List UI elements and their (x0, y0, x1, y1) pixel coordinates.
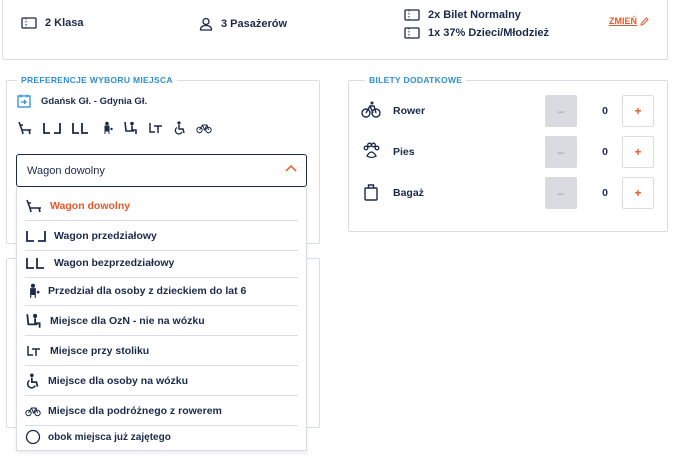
ticket-icon (404, 9, 420, 21)
quantity-value: 0 (602, 146, 608, 158)
option-label: Miejsce przy stoliku (50, 344, 150, 357)
option-label: Miejsce dla OzN - nie na wózku (50, 314, 205, 327)
compartment-seats-icon[interactable] (42, 121, 62, 135)
ticket-text: 1x 37% Dzieci/Młodzież (428, 27, 550, 39)
decrement-button[interactable]: – (545, 95, 577, 127)
open-seats-icon (26, 257, 44, 269)
table-seat-icon[interactable] (148, 121, 164, 135)
extra-tickets-panel: BILETY DODATKOWE Rower – 0 + Pies – 0 + … (348, 75, 668, 232)
seat-preference-dropdown: Wagon dowolny Wagon przedziałowy Wagon b… (16, 187, 307, 451)
wheelchair-icon[interactable] (173, 121, 187, 135)
option-wheelchair[interactable]: Miejsce dla osoby na wózku (25, 366, 298, 396)
extra-label: Rower (393, 105, 426, 117)
extra-row-rower: Rower – 0 + (361, 95, 661, 127)
option-label: obok miejsca już zajętego (48, 431, 171, 443)
paw-icon (363, 142, 380, 159)
option-label: Wagon przedziałowy (54, 229, 157, 242)
extra-row-pies: Pies – 0 + (361, 136, 661, 168)
person-icon (199, 17, 213, 31)
option-child-compartment[interactable]: Przedział dla osoby z dzieckiem do lat 6 (25, 276, 298, 306)
section-legend: BILETY DODATKOWE (365, 75, 467, 85)
reclining-seat-icon (26, 199, 41, 212)
option-label: Miejsce dla podróżnego z rowerem (48, 404, 222, 417)
chevron-up-icon (285, 164, 297, 172)
bicycle-icon (361, 101, 381, 118)
increment-button[interactable]: + (622, 136, 654, 168)
select-value: Wagon dowolny (27, 164, 105, 177)
option-next-to-occupied[interactable]: obok miejsca już zajętego (25, 422, 298, 452)
passengers-info: 3 Pasażerów (199, 17, 287, 31)
ticket-icon (404, 27, 420, 39)
ticket-icon (21, 17, 37, 29)
wheelchair-icon (27, 372, 39, 389)
increment-button[interactable]: + (622, 95, 654, 127)
option-table-seat[interactable]: Miejsce przy stoliku (25, 336, 298, 366)
passengers-label: 3 Pasażerów (221, 18, 288, 30)
ticket-line-2: 1x 37% Dzieci/Młodzież (404, 27, 549, 39)
child-compartment-icon[interactable] (100, 121, 114, 135)
option-label: Wagon bezprzedziałowy (54, 256, 175, 269)
disabled-seat-icon (26, 313, 41, 328)
route-label: Gdańsk Gł. - Gdynia Gł. (41, 95, 148, 107)
seat-icon-row (17, 121, 212, 135)
section-legend: PREFERENCJE WYBORU MIEJSCA (17, 75, 177, 85)
trip-summary: 2 Klasa 3 Pasażerów 2x Bilet Normalny 1x… (2, 0, 668, 60)
extra-label: Pies (393, 146, 415, 158)
table-seat-icon (27, 345, 40, 356)
option-wagon-przedzialowy[interactable]: Wagon przedziałowy (25, 221, 298, 251)
class-label: 2 Klasa (45, 17, 84, 29)
luggage-icon (364, 184, 378, 201)
increment-button[interactable]: + (622, 177, 654, 209)
option-ozn-seat[interactable]: Miejsce dla OzN - nie na wózku (25, 306, 298, 336)
ticket-text: 2x Bilet Normalny (428, 9, 521, 21)
pencil-icon (640, 16, 649, 26)
calendar-icon (17, 94, 31, 108)
change-link[interactable]: ZMIEŃ (609, 16, 649, 26)
bicycle-icon[interactable] (196, 122, 212, 134)
child-compartment-icon (30, 283, 40, 298)
disabled-seat-icon[interactable] (123, 121, 139, 135)
extra-row-bagaz: Bagaż – 0 + (361, 177, 661, 209)
decrement-button[interactable]: – (545, 177, 577, 209)
class-info: 2 Klasa (21, 17, 84, 29)
quantity-value: 0 (602, 105, 608, 117)
decrement-button[interactable]: – (545, 136, 577, 168)
option-wagon-bezprzedzialowy[interactable]: Wagon bezprzedziałowy (25, 248, 298, 278)
radio-circle-icon[interactable] (25, 429, 41, 445)
open-seats-icon[interactable] (71, 121, 91, 135)
option-label: Miejsce dla osoby na wózku (48, 374, 189, 387)
route-info: Gdańsk Gł. - Gdynia Gł. (17, 94, 147, 108)
bicycle-icon (25, 407, 41, 416)
quantity-value: 0 (602, 187, 608, 199)
ticket-line-1: 2x Bilet Normalny (404, 9, 521, 21)
option-wagon-dowolny[interactable]: Wagon dowolny (25, 191, 298, 221)
option-label: Przedział dla osoby z dzieckiem do lat 6 (48, 284, 247, 297)
option-label: Wagon dowolny (50, 199, 131, 212)
compartment-seats-icon (26, 230, 46, 242)
extra-label: Bagaż (393, 187, 424, 199)
seat-preference-select[interactable]: Wagon dowolny (16, 154, 307, 187)
change-label: ZMIEŃ (609, 16, 637, 26)
reclining-seat-icon[interactable] (17, 121, 33, 135)
